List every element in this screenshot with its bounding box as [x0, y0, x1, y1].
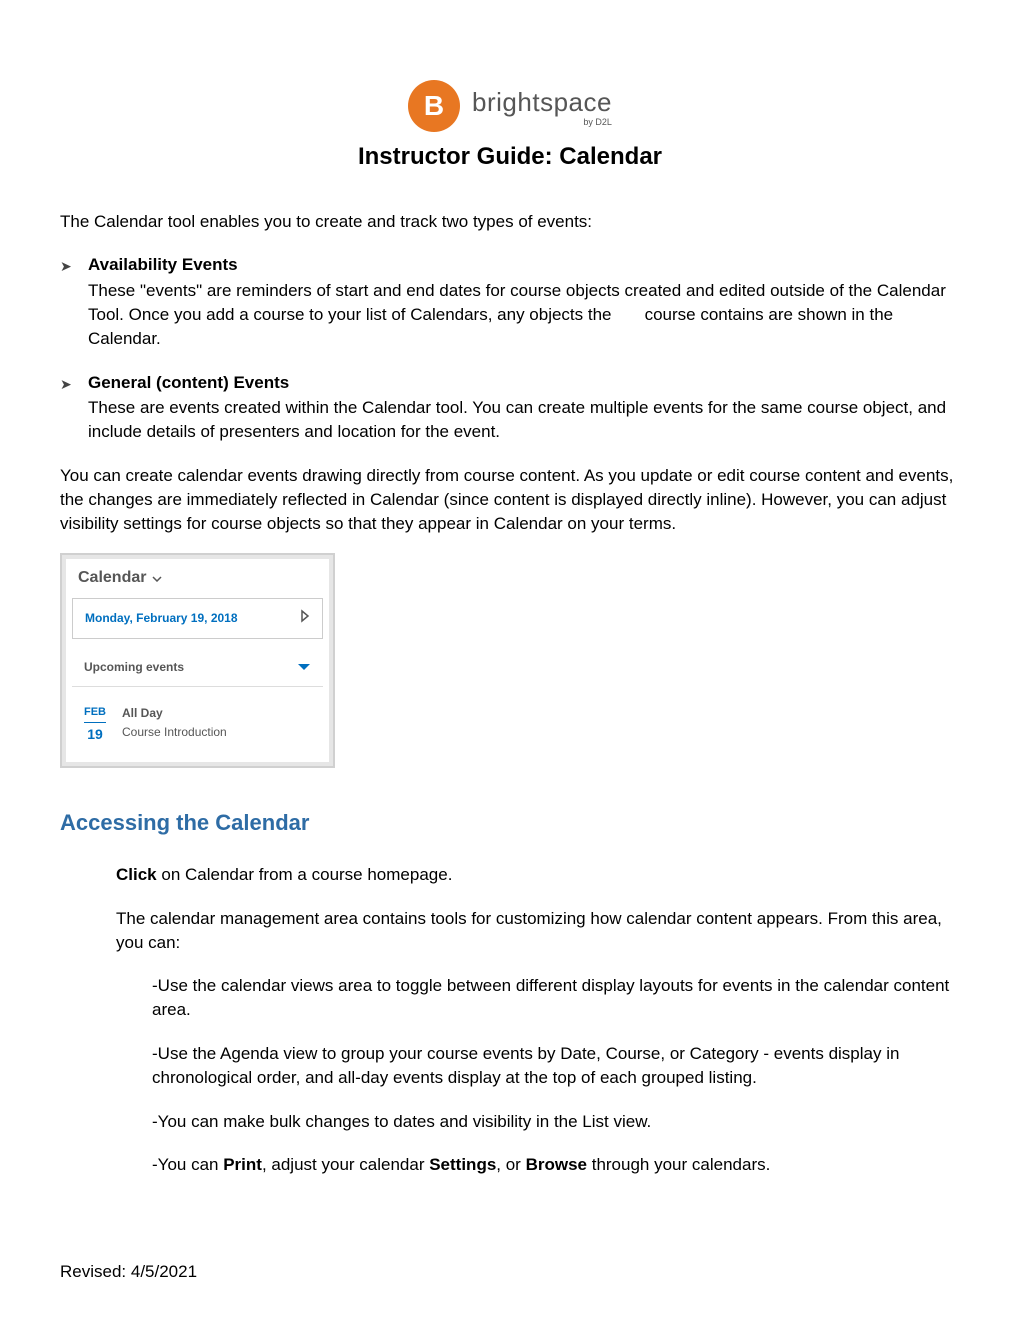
logo-block: B brightspace by D2L [60, 80, 960, 132]
settings-bold: Settings [429, 1155, 496, 1174]
event-date: FEB 19 [84, 705, 106, 744]
feature-item: -Use the Agenda view to group your cours… [152, 1042, 960, 1090]
widget-header-label: Calendar [78, 567, 146, 589]
logo-byline: by D2L [583, 116, 612, 129]
bullet-body: These are events created within the Cale… [88, 396, 960, 444]
arrow-icon: ➤ [60, 253, 88, 350]
event-month: FEB [84, 705, 106, 722]
bullet-content: Availability Events These "events" are r… [88, 253, 960, 350]
feature-item-print: -You can Print, adjust your calendar Set… [152, 1153, 960, 1177]
logo-b-icon: B [408, 80, 460, 132]
feature-list: -Use the calendar views area to toggle b… [116, 974, 960, 1177]
t: -You can [152, 1155, 223, 1174]
event-time: All Day [122, 705, 227, 722]
revised-footer: Revised: 4/5/2021 [60, 1260, 197, 1284]
click-bold: Click [116, 865, 157, 884]
intro-text: The Calendar tool enables you to create … [60, 210, 960, 234]
event-title: Course Introduction [122, 724, 227, 741]
event-day: 19 [84, 723, 106, 745]
print-bold: Print [223, 1155, 262, 1174]
section-heading: Accessing the Calendar [60, 808, 960, 839]
widget-date-row: Monday, February 19, 2018 [72, 598, 323, 640]
bullet-title: Availability Events [88, 253, 960, 277]
bullet-content: General (content) Events These are event… [88, 371, 960, 444]
chevron-down-icon [152, 567, 162, 589]
brightspace-logo: B brightspace by D2L [408, 80, 612, 132]
t: , adjust your calendar [262, 1155, 429, 1174]
t: through your calendars. [587, 1155, 770, 1174]
access-block: Click on Calendar from a course homepage… [60, 863, 960, 1177]
bullet-body: These "events" are reminders of start an… [88, 279, 960, 350]
click-rest: on Calendar from a course homepage. [157, 865, 453, 884]
next-arrow-icon[interactable] [300, 609, 310, 629]
widget-header[interactable]: Calendar [66, 559, 329, 597]
t: , or [496, 1155, 525, 1174]
feature-item: -Use the calendar views area to toggle b… [152, 974, 960, 1022]
collapse-icon [297, 659, 311, 676]
click-instruction: Click on Calendar from a course homepage… [116, 863, 960, 887]
event-item[interactable]: FEB 19 All Day Course Introduction [66, 687, 329, 762]
bullet-availability: ➤ Availability Events These "events" are… [60, 253, 960, 350]
arrow-icon: ➤ [60, 371, 88, 444]
feature-item: -You can make bulk changes to dates and … [152, 1110, 960, 1134]
widget-date: Monday, February 19, 2018 [85, 610, 238, 627]
upcoming-events-header[interactable]: Upcoming events [72, 649, 323, 687]
logo-text: brightspace by D2L [472, 84, 612, 129]
event-body: All Day Course Introduction [122, 705, 227, 744]
paragraph: You can create calendar events drawing d… [60, 464, 960, 535]
browse-bold: Browse [526, 1155, 587, 1174]
page-title: Instructor Guide: Calendar [60, 140, 960, 174]
bullet-title: General (content) Events [88, 371, 960, 395]
logo-brand: brightspace [472, 84, 612, 120]
mgmt-intro: The calendar management area contains to… [116, 907, 960, 955]
upcoming-label: Upcoming events [84, 659, 184, 676]
calendar-widget: Calendar Monday, February 19, 2018 Upcom… [60, 553, 335, 768]
bullet-general: ➤ General (content) Events These are eve… [60, 371, 960, 444]
